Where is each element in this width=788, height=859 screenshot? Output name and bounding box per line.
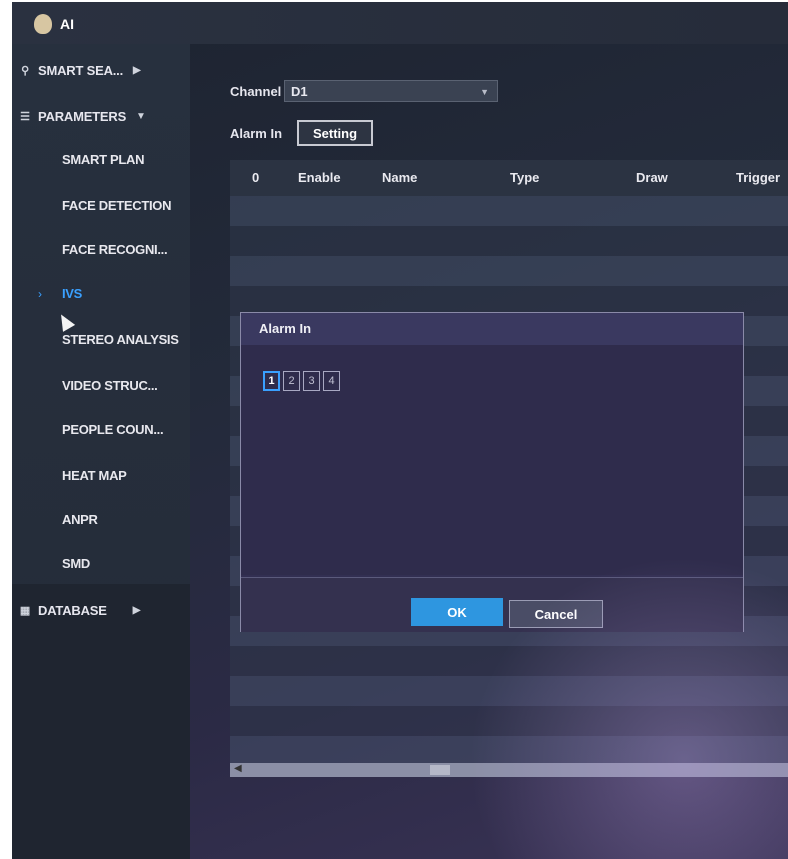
sidebar-item-anpr[interactable]: ANPR — [62, 512, 98, 527]
column-header: Enable — [298, 170, 341, 185]
chevron-down-icon: ▼ — [136, 110, 146, 122]
sidebar-item-label: DATABASE — [38, 602, 107, 618]
dialog-title-bar: Alarm In — [241, 313, 743, 346]
sidebar-item-label: PARAMETERS — [38, 108, 127, 124]
sidebar-item-people-counting[interactable]: PEOPLE COUN... — [62, 422, 164, 437]
ai-head-icon — [34, 14, 52, 34]
column-header: Name — [382, 170, 418, 185]
dialog-body: 1 2 3 4 — [241, 345, 743, 575]
sidebar-item-smart-search[interactable]: ⚲ SMART SEA... ▶ — [12, 56, 190, 84]
setting-button[interactable]: Setting — [297, 120, 373, 146]
table-row[interactable] — [230, 646, 788, 676]
alarm-in-option-4[interactable]: 4 — [323, 371, 340, 391]
table-row[interactable] — [230, 676, 788, 706]
table-row[interactable] — [230, 196, 788, 226]
table-row[interactable] — [230, 706, 788, 736]
database-icon: ▦ — [19, 604, 31, 617]
alarm-in-option-2[interactable]: 2 — [283, 371, 300, 391]
channel-select[interactable]: D1 ▼ — [284, 80, 498, 102]
channel-value: D1 — [291, 83, 308, 99]
sidebar-item-stereo-analysis[interactable]: STEREO ANALYSIS — [62, 332, 179, 347]
chevron-right-icon: ▶ — [133, 64, 141, 76]
chevron-right-icon: ▶ — [132, 604, 141, 616]
column-header: Draw — [636, 170, 668, 185]
sidebar: ⚲ SMART SEA... ▶ ☰ PARAMETERS ▼ SMART PL… — [12, 44, 190, 859]
screen: AI ⚲ SMART SEA... ▶ ☰ PARAMETERS ▼ SMART… — [12, 2, 788, 859]
app-title: AI — [60, 16, 74, 32]
table-row[interactable] — [230, 736, 788, 766]
dialog-footer: OK Cancel — [241, 577, 743, 632]
ok-button[interactable]: OK — [411, 598, 503, 626]
sidebar-item-face-recognition[interactable]: FACE RECOGNI... — [62, 242, 168, 257]
table-header: 0 Enable Name Type Draw Trigger — [230, 160, 788, 196]
sidebar-item-video-structure[interactable]: VIDEO STRUC... — [62, 378, 158, 393]
alarm-in-option-3[interactable]: 3 — [303, 371, 320, 391]
table-row[interactable] — [230, 226, 788, 256]
sidebar-item-smart-plan[interactable]: SMART PLAN — [62, 152, 145, 167]
search-icon: ⚲ — [21, 64, 29, 77]
table-row[interactable] — [230, 256, 788, 286]
sidebar-item-smd[interactable]: SMD — [62, 556, 90, 571]
column-header: 0 — [252, 170, 260, 185]
alarm-in-dialog: Alarm In 1 2 3 4 OK Cancel — [240, 312, 744, 632]
horizontal-scrollbar[interactable]: ◀ — [230, 763, 788, 777]
scrollbar-thumb[interactable] — [430, 765, 450, 775]
top-bar: AI — [12, 2, 788, 44]
cancel-button[interactable]: Cancel — [509, 600, 603, 628]
channel-label: Channel — [230, 84, 282, 99]
sidebar-item-ivs[interactable]: IVS — [62, 286, 82, 301]
chevron-right-icon: › — [38, 287, 42, 301]
column-header: Trigger — [736, 170, 781, 185]
sidebar-item-database[interactable]: ▦ DATABASE ▶ — [12, 596, 190, 624]
alarm-in-option-1[interactable]: 1 — [263, 371, 280, 391]
chevron-down-icon: ▼ — [480, 87, 489, 97]
sidebar-item-label: SMART SEA... — [38, 62, 123, 78]
scroll-left-icon[interactable]: ◀ — [234, 763, 242, 774]
alarm-in-label: Alarm In — [230, 126, 283, 141]
sidebar-lower: ▦ DATABASE ▶ — [12, 584, 190, 859]
column-header: Type — [510, 170, 540, 185]
list-icon: ☰ — [20, 110, 30, 123]
sidebar-item-face-detection[interactable]: FACE DETECTION — [62, 198, 172, 213]
dialog-title: Alarm In — [259, 321, 312, 336]
sidebar-item-heat-map[interactable]: HEAT MAP — [62, 468, 127, 483]
sidebar-item-parameters[interactable]: ☰ PARAMETERS ▼ — [12, 102, 190, 130]
